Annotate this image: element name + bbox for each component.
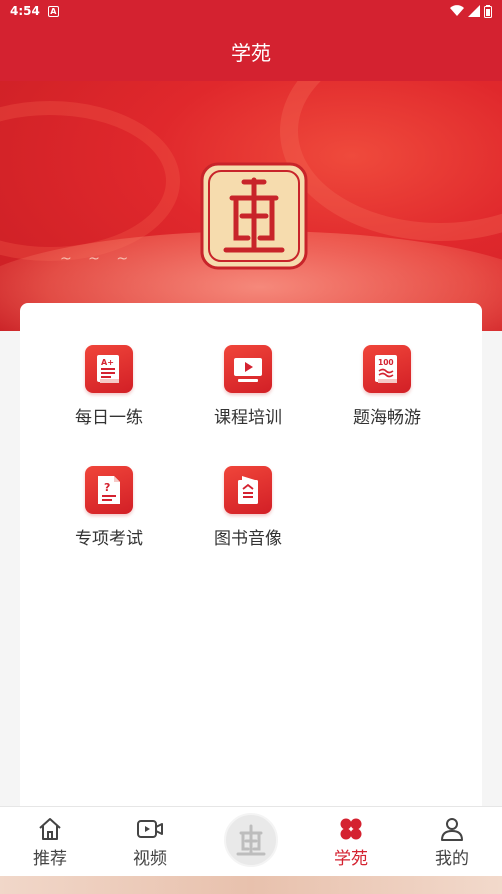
tab-recommend[interactable]: 推荐 [0, 807, 100, 877]
home-icon [39, 818, 61, 840]
battery-icon [484, 4, 492, 18]
banner-image: ~ ~ ~ [0, 81, 502, 331]
center-logo-icon [236, 824, 266, 856]
signal-icon [468, 5, 480, 17]
tab-video[interactable]: 视频 [100, 807, 200, 877]
video-icon [137, 820, 163, 838]
notification-a-icon: A [47, 5, 59, 17]
grid-item-label: 课程培训 [214, 408, 282, 428]
clover-icon [340, 818, 362, 840]
question-bank-icon: 100 [363, 345, 411, 393]
exam-icon: ? [85, 466, 133, 514]
feature-panel: A+ 每日一练 课程培训 100 题海畅游 ? 专项考试 图书音像 [20, 303, 482, 806]
tab-label: 学苑 [334, 849, 368, 869]
grid-item-course-training[interactable]: 课程培训 [188, 345, 308, 435]
person-icon [441, 818, 463, 841]
tab-center-logo[interactable] [224, 813, 278, 867]
tab-label: 视频 [133, 849, 167, 869]
seal-logo-icon [200, 162, 308, 270]
grid-item-books-audio[interactable]: 图书音像 [188, 466, 308, 556]
page-title: 学苑 [231, 41, 271, 65]
grid-item-daily-practice[interactable]: A+ 每日一练 [49, 345, 169, 435]
banner-birds-decoration: ~ ~ ~ [60, 251, 135, 267]
book-audio-icon [224, 466, 272, 514]
daily-practice-icon: A+ [85, 345, 133, 393]
grid-item-special-exam[interactable]: ? 专项考试 [49, 466, 169, 556]
video-course-icon [224, 345, 272, 393]
grid-item-label: 每日一练 [75, 408, 143, 428]
title-bar: 学苑 [0, 22, 502, 81]
svg-text:100: 100 [378, 358, 394, 367]
svg-text:?: ? [104, 481, 110, 494]
tab-academy[interactable]: 学苑 [301, 807, 401, 877]
navigation-bar-background [0, 876, 502, 894]
status-time: 4:54 [10, 4, 40, 18]
bottom-tab-bar: 推荐 视频 学苑 我的 [0, 806, 502, 876]
tab-label: 我的 [435, 849, 469, 869]
grid-item-question-bank[interactable]: 100 题海畅游 [327, 345, 447, 435]
tab-label: 推荐 [33, 849, 67, 869]
grid-item-label: 专项考试 [75, 529, 143, 549]
wifi-icon [450, 5, 464, 17]
tab-mine[interactable]: 我的 [402, 807, 502, 877]
status-bar: 4:54 A [0, 0, 502, 22]
svg-text:A+: A+ [101, 358, 114, 367]
grid-item-label: 题海畅游 [353, 408, 421, 428]
academy-logo [196, 158, 312, 274]
banner-wave [280, 81, 502, 241]
grid-item-label: 图书音像 [214, 529, 282, 549]
